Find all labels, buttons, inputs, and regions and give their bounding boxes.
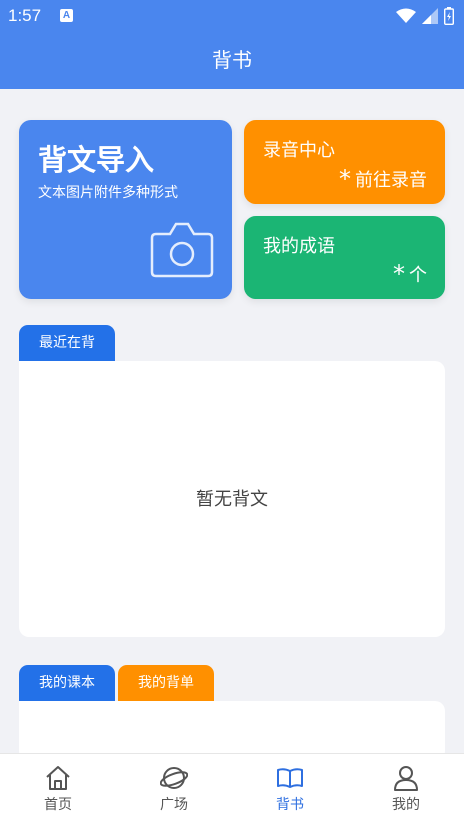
go-record-link[interactable]: * 前往录音 [339, 166, 427, 192]
nav-square-label: 广场 [160, 797, 188, 813]
idioms-card-title: 我的成语 [263, 236, 335, 257]
tab-my-lists[interactable]: 我的背单 [118, 665, 214, 702]
status-time: 1:57 [8, 6, 42, 25]
idioms-count-link[interactable]: * 个 [393, 261, 427, 287]
nav-profile[interactable]: 我的 [348, 754, 464, 826]
star-icon: * [339, 165, 351, 193]
import-card-title: 背文导入 [38, 143, 155, 177]
wifi-icon [396, 8, 416, 23]
star-icon: * [393, 260, 405, 288]
camera-icon [150, 222, 214, 278]
recording-center-card[interactable]: 录音中心 * 前往录音 [244, 120, 445, 204]
nav-square[interactable]: 广场 [116, 754, 232, 826]
nav-recite-label: 背书 [276, 797, 304, 813]
planet-icon [160, 767, 188, 789]
book-icon [277, 768, 303, 788]
user-icon [394, 766, 418, 791]
textbook-panel [19, 701, 445, 761]
battery-icon [444, 7, 454, 25]
nav-recite[interactable]: 背书 [232, 754, 348, 826]
my-idioms-card[interactable]: 我的成语 * 个 [244, 216, 445, 299]
nav-profile-label: 我的 [392, 797, 420, 813]
bottom-navigation: 首页 广场 背书 我的 [0, 753, 464, 826]
nav-home-label: 首页 [44, 797, 72, 813]
notification-icon: A [60, 9, 73, 22]
system-icons [396, 6, 454, 26]
app-bar: 背书 [0, 32, 464, 89]
import-text-card[interactable]: 背文导入 文本图片附件多种形式 [19, 120, 232, 299]
page-title: 背书 [212, 48, 252, 72]
nav-home[interactable]: 首页 [0, 754, 116, 826]
home-icon [46, 766, 70, 790]
empty-state-text: 暂无背文 [196, 489, 268, 510]
idioms-count-label: 个 [409, 265, 427, 286]
import-card-subtitle: 文本图片附件多种形式 [38, 185, 178, 201]
recording-card-title: 录音中心 [263, 140, 335, 161]
go-record-label: 前往录音 [355, 170, 427, 191]
tab-recent[interactable]: 最近在背 [19, 325, 115, 362]
signal-icon [422, 8, 438, 24]
tab-my-textbooks[interactable]: 我的课本 [19, 665, 115, 702]
status-bar: 1:57 A [0, 0, 464, 32]
recent-panel: 暂无背文 [19, 361, 445, 637]
